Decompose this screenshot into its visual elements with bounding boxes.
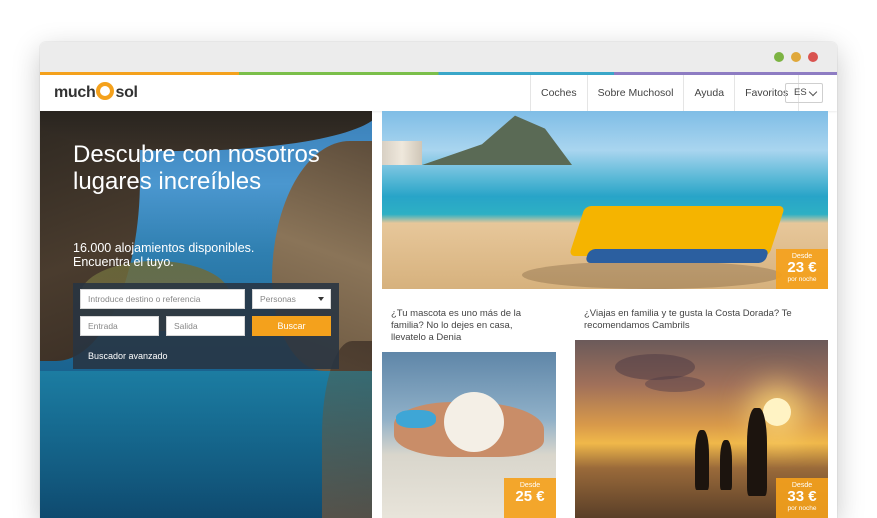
- logo-text: much: [54, 84, 96, 101]
- persons-select[interactable]: Personas: [252, 289, 331, 309]
- nav-link-coches[interactable]: Coches: [530, 75, 587, 111]
- language-code: ES: [794, 87, 807, 98]
- promo-card-title[interactable]: ¿Viajas en familia y te gusta la Costa D…: [584, 308, 814, 332]
- price-amount: 33 €: [787, 488, 817, 505]
- beach-image-mountain: [422, 115, 572, 165]
- logo-text-end: sol: [115, 84, 138, 101]
- promo-card-denia[interactable]: ¿Tu mascota es uno más de la familia? No…: [382, 300, 556, 518]
- price-amount: 25 €: [515, 488, 545, 505]
- minimize-window-button[interactable]: [791, 52, 801, 62]
- price-amount: 23 €: [787, 259, 817, 276]
- persons-select-label: Personas: [260, 294, 296, 304]
- sunset-image-child-figure-2: [720, 440, 732, 490]
- sunset-image-child-figure: [695, 430, 709, 490]
- site-header: much sol Coches Sobre Muchosol Ayuda Favo…: [40, 75, 837, 111]
- browser-window: much sol Coches Sobre Muchosol Ayuda Favo…: [40, 42, 837, 518]
- hero-image-sea: [40, 371, 372, 518]
- price-per-night: por noche: [787, 505, 817, 512]
- main-nav: Coches Sobre Muchosol Ayuda Favoritos: [530, 75, 800, 111]
- promo-card-cambrils[interactable]: ¿Viajas en familia y te gusta la Costa D…: [575, 300, 828, 518]
- search-button[interactable]: Buscar: [252, 316, 331, 336]
- checkout-date-input[interactable]: Salida: [166, 316, 245, 336]
- beach-image-boat-hull: [584, 249, 770, 263]
- price-badge: Desde 23 € por noche: [776, 249, 828, 289]
- hero-banner: Descubre con nosotros lugares increíbles…: [40, 111, 372, 518]
- close-window-button[interactable]: [808, 52, 818, 62]
- price-badge: Desde 33 € por noche: [776, 478, 828, 518]
- maximize-window-button[interactable]: [774, 52, 784, 62]
- price-badge: Desde 25 €: [504, 478, 556, 518]
- language-selector[interactable]: ES: [785, 83, 823, 103]
- beach-image-buildings: [382, 141, 422, 165]
- dog-image-puppy: [444, 392, 504, 452]
- nav-link-ayuda[interactable]: Ayuda: [683, 75, 734, 111]
- sunset-image-cloud-small: [645, 376, 705, 392]
- hero-subtitle-line2: Encuentra el tuyo.: [73, 255, 174, 269]
- caret-down-icon: [318, 297, 324, 301]
- advanced-search-link[interactable]: Buscador avanzado: [88, 351, 168, 361]
- sun-logo-icon: [96, 82, 115, 100]
- search-panel: Introduce destino o referencia Personas …: [73, 283, 339, 369]
- dog-image-hat: [396, 410, 436, 428]
- hero-title: Descubre con nosotros lugares increíbles: [73, 141, 320, 195]
- sunset-image-parent-figure: [747, 408, 767, 496]
- chevron-down-icon: [808, 87, 818, 97]
- price-per-night: por noche: [787, 276, 817, 283]
- checkin-date-input[interactable]: Entrada: [80, 316, 159, 336]
- destination-input[interactable]: Introduce destino o referencia: [80, 289, 245, 309]
- sunset-image-sun: [763, 398, 791, 426]
- hero-subtitle-line1: 16.000 alojamientos disponibles.: [73, 241, 255, 255]
- hero-subtitle: 16.000 alojamientos disponibles. Encuent…: [73, 241, 333, 269]
- nav-link-sobre-muchosol[interactable]: Sobre Muchosol: [586, 75, 684, 111]
- promo-card-title[interactable]: ¿Tu mascota es uno más de la familia? No…: [391, 308, 541, 344]
- window-titlebar: [40, 42, 837, 72]
- promo-card-beach[interactable]: Desde 23 € por noche: [382, 111, 828, 289]
- beach-image-shadow: [522, 261, 782, 289]
- muchosol-logo[interactable]: much sol: [54, 82, 138, 104]
